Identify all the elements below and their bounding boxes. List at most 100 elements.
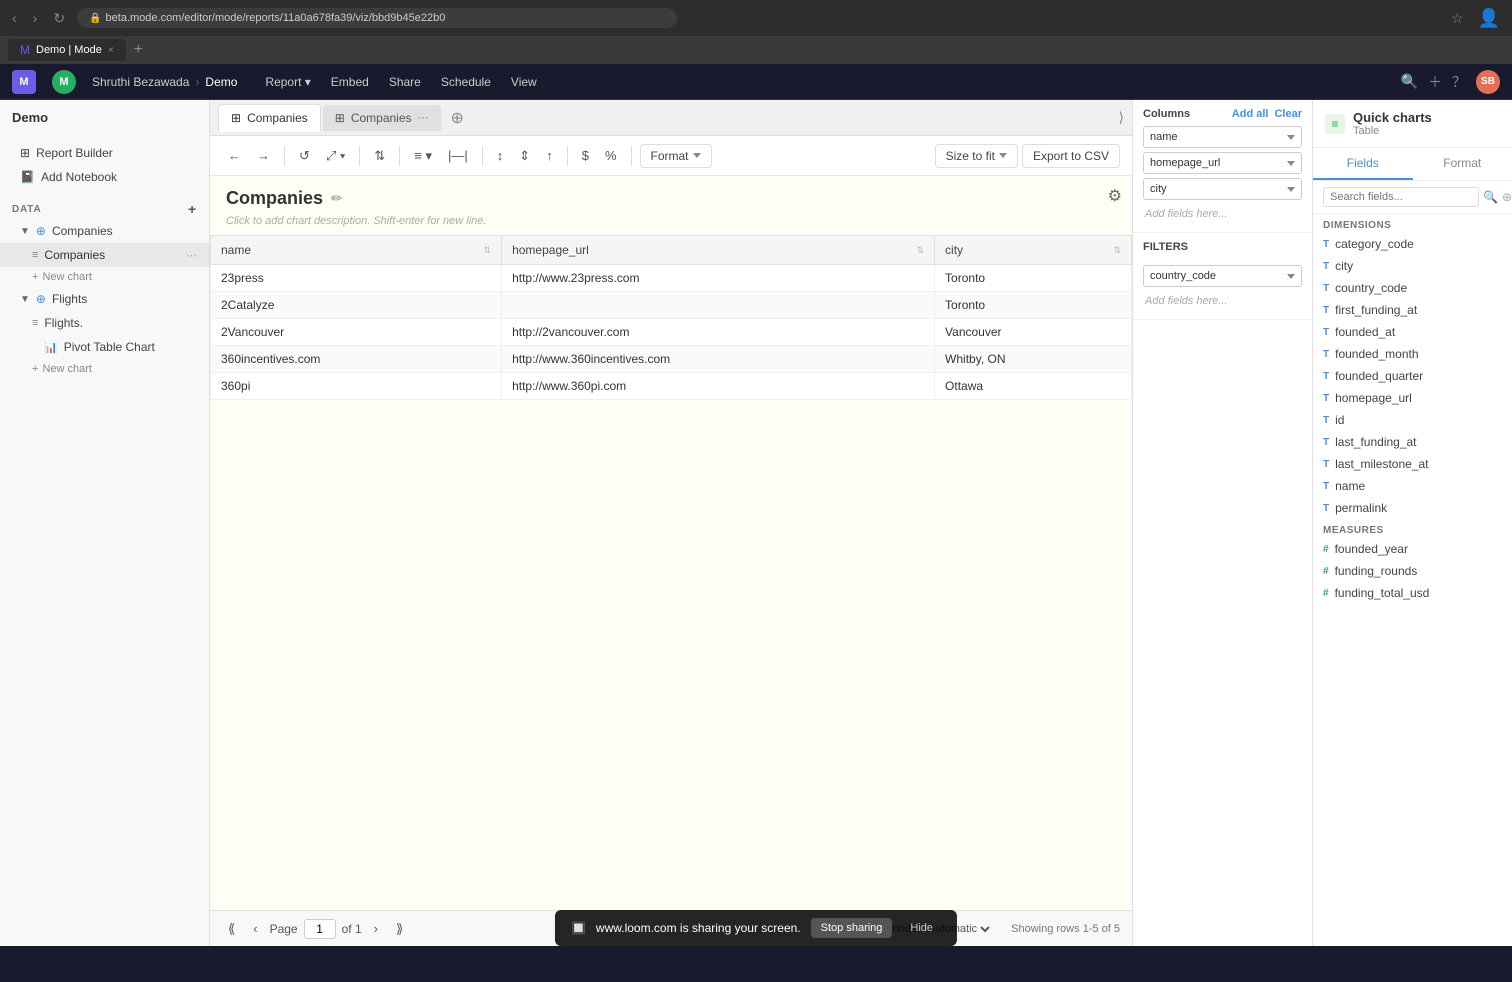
page-prev-btn[interactable]: ‹ (247, 919, 263, 938)
browser-tab-active[interactable]: M Demo | Mode × (8, 39, 126, 61)
sidebar-item-add-notebook[interactable]: 📓 Add Notebook (0, 165, 209, 189)
clear-btn[interactable]: Clear (1274, 108, 1302, 120)
toolbar-sep-2 (359, 146, 360, 166)
table-edit-icon[interactable]: ✏ (331, 190, 343, 207)
qc-dim-last_milestone_at[interactable]: Tlast_milestone_at (1313, 453, 1512, 475)
user-avatar[interactable]: SB (1476, 70, 1500, 94)
col2-chevron (1287, 161, 1295, 166)
bookmark-icon[interactable]: ☆ (1447, 8, 1468, 29)
nav-share[interactable]: Share (385, 73, 425, 91)
nav-back[interactable]: ‹ (8, 8, 21, 28)
db-icon: ⊕ (36, 224, 46, 238)
nav-schedule[interactable]: Schedule (437, 73, 495, 91)
sidebar-item-companies-table[interactable]: ≡ Companies ⋯ (0, 243, 209, 267)
profile-icon[interactable]: 👤 (1474, 6, 1504, 31)
qc-dim-category_code[interactable]: Tcategory_code (1313, 233, 1512, 255)
sidebar-item-flights-group[interactable]: ▼ ⊕ Flights (0, 287, 209, 311)
breadcrumb-workspace[interactable]: Demo (205, 75, 237, 89)
tab-companies-2-label: Companies (351, 111, 412, 125)
qc-dim-permalink[interactable]: Tpermalink (1313, 497, 1512, 519)
sidebar-item-pivot-chart[interactable]: 📊 Pivot Table Chart (0, 335, 209, 359)
help-icon[interactable]: ？ (1452, 72, 1466, 92)
toolbar-forward-btn[interactable]: → (251, 144, 276, 167)
collapse-panel-btn[interactable]: ⟩ (1119, 109, 1124, 126)
toolbar-sort-btn[interactable]: ⇅ (368, 144, 391, 168)
toolbar-row2-btn[interactable]: ⇕ (513, 144, 536, 168)
qc-tab-fields[interactable]: Fields (1313, 148, 1413, 180)
add-icon[interactable]: ＋ (1428, 72, 1442, 92)
page-next-btn[interactable]: › (368, 919, 384, 938)
sidebar-add-chart-flights[interactable]: + New chart (0, 359, 209, 379)
nav-report[interactable]: Report ▾ (261, 73, 314, 91)
toolbar-col-btn[interactable]: |—| (442, 144, 474, 167)
add-all-btn[interactable]: Add all (1232, 108, 1269, 120)
col-header-homepage-url[interactable]: homepage_url ⇅ (502, 236, 935, 265)
sidebar-item-report-builder[interactable]: ⊞ Report Builder (0, 141, 209, 165)
companies-table-label: Companies (44, 248, 105, 262)
qc-measure-funding_rounds[interactable]: #funding_rounds (1313, 560, 1512, 582)
table-description[interactable]: Click to add chart description. Shift-en… (210, 213, 1132, 235)
col-url-dropdown[interactable]: homepage_url (1143, 152, 1302, 174)
add-fields-placeholder[interactable]: Add fields here... (1143, 204, 1302, 224)
col-header-city[interactable]: city ⇅ (935, 236, 1132, 265)
nav-embed[interactable]: Embed (327, 73, 373, 91)
col-city-dropdown[interactable]: city (1143, 178, 1302, 200)
filter-country-code[interactable]: country_code (1143, 265, 1302, 287)
search-icon[interactable]: 🔍 (1401, 73, 1418, 90)
tab-companies[interactable]: ⊞ Companies (218, 104, 321, 132)
toolbar-refresh-btn[interactable]: ↺ (293, 144, 316, 168)
add-filter-placeholder[interactable]: Add fields here... (1143, 291, 1302, 311)
page-input[interactable] (304, 919, 336, 939)
page-last-btn[interactable]: ⟫ (390, 919, 409, 939)
tab-companies-2[interactable]: ⊞ Companies ⋯ (323, 105, 441, 131)
toolbar-percent-btn[interactable]: % (599, 144, 623, 167)
qc-tab-format[interactable]: Format (1413, 148, 1512, 180)
nav-view[interactable]: View (507, 73, 541, 91)
sidebar-item-companies-group[interactable]: ▼ ⊕ Companies (0, 219, 209, 243)
add-tab-button[interactable]: ⊕ (443, 104, 472, 132)
qc-search-input[interactable] (1323, 187, 1479, 207)
export-csv-button[interactable]: Export to CSV (1022, 144, 1120, 168)
tab-options-icon[interactable]: ⋯ (418, 111, 429, 124)
col-header-name[interactable]: name ⇅ (211, 236, 502, 265)
sidebar-add-icon[interactable]: + (188, 201, 197, 217)
page-first-btn[interactable]: ⟪ (222, 919, 241, 939)
address-bar[interactable]: 🔒 beta.mode.com/editor/mode/reports/11a0… (77, 8, 677, 28)
qc-measure-founded_year[interactable]: #founded_year (1313, 538, 1512, 560)
toolbar-currency-btn[interactable]: $ (576, 144, 595, 167)
new-tab-button[interactable]: + (130, 41, 147, 59)
qc-dim-first_funding_at[interactable]: Tfirst_funding_at (1313, 299, 1512, 321)
qc-dim-founded_quarter[interactable]: Tfounded_quarter (1313, 365, 1512, 387)
stop-sharing-btn[interactable]: Stop sharing (811, 918, 893, 938)
toolbar-align-btn[interactable]: ≡ ▾ (408, 144, 438, 168)
qc-dim-city[interactable]: Tcity (1313, 255, 1512, 277)
toolbar-format-button[interactable]: Format (640, 144, 712, 168)
nav-refresh[interactable]: ↻ (49, 8, 69, 29)
companies-more-icon[interactable]: ⋯ (186, 249, 197, 262)
workspace-logo: M (52, 70, 76, 94)
qc-dimensions-list: Tcategory_codeTcityTcountry_codeTfirst_f… (1313, 233, 1512, 519)
qc-dim-country_code[interactable]: Tcountry_code (1313, 277, 1512, 299)
qc-dim-founded_at[interactable]: Tfounded_at (1313, 321, 1512, 343)
size-to-fit-button[interactable]: Size to fit (935, 144, 1018, 168)
tab-close-btn[interactable]: × (108, 45, 114, 56)
toolbar-row-btn[interactable]: ↕ (491, 144, 510, 167)
qc-filter-icon[interactable]: ⊕ (1502, 190, 1512, 204)
sidebar-item-flights-table[interactable]: ≡ Flights. (0, 311, 209, 335)
pivot-chart-label: Pivot Table Chart (64, 340, 155, 354)
breadcrumb-user[interactable]: Shruthi Bezawada (92, 75, 189, 89)
toolbar-back-btn[interactable]: ← (222, 144, 247, 167)
qc-measure-funding_total_usd[interactable]: #funding_total_usd (1313, 582, 1512, 604)
qc-dim-name[interactable]: Tname (1313, 475, 1512, 497)
col-name-dropdown[interactable]: name (1143, 126, 1302, 148)
hide-btn[interactable]: Hide (902, 918, 941, 938)
toolbar-up-btn[interactable]: ↑ (540, 144, 559, 167)
qc-dim-founded_month[interactable]: Tfounded_month (1313, 343, 1512, 365)
qc-dim-id[interactable]: Tid (1313, 409, 1512, 431)
sidebar-add-chart-companies[interactable]: + New chart (0, 267, 209, 287)
qc-dim-last_funding_at[interactable]: Tlast_funding_at (1313, 431, 1512, 453)
toolbar-expand-btn[interactable]: ⤢ ▾ (320, 144, 351, 168)
table-settings-btn[interactable]: ⚙ (1108, 186, 1122, 206)
qc-dim-homepage_url[interactable]: Thomepage_url (1313, 387, 1512, 409)
nav-forward[interactable]: › (29, 8, 42, 28)
